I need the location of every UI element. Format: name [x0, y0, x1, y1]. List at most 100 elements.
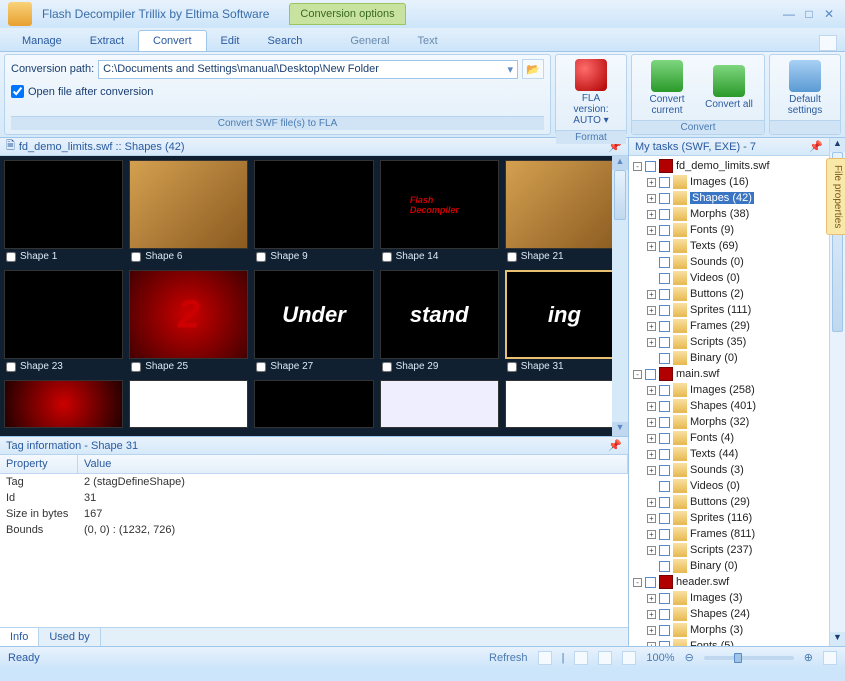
expand-toggle[interactable]: + — [647, 210, 656, 219]
thumbnail-item[interactable]: 2 Shape 25 — [129, 270, 248, 374]
file-properties-tab[interactable]: File properties — [826, 158, 845, 235]
thumbnail-item[interactable] — [380, 380, 499, 428]
thumbnail-item[interactable]: Under Shape 27 — [254, 270, 373, 374]
expand-toggle[interactable] — [647, 482, 656, 491]
tree-node[interactable]: +Shapes (401) — [631, 398, 827, 414]
expand-toggle[interactable]: - — [633, 162, 642, 171]
tree-node[interactable]: +Images (258) — [631, 382, 827, 398]
tree-checkbox[interactable] — [659, 353, 670, 364]
expand-toggle[interactable]: + — [647, 498, 656, 507]
tree-node[interactable]: Binary (0) — [631, 350, 827, 366]
tab-extract[interactable]: Extract — [76, 31, 138, 51]
tree-node[interactable]: +Images (16) — [631, 174, 827, 190]
expand-toggle[interactable]: + — [647, 610, 656, 619]
zoom-knob[interactable] — [734, 653, 742, 663]
expand-toggle[interactable]: + — [647, 386, 656, 395]
tree-checkbox[interactable] — [659, 481, 670, 492]
zoom-out-button[interactable]: ⊖ — [685, 651, 694, 664]
tree-checkbox[interactable] — [659, 593, 670, 604]
expand-toggle[interactable]: + — [647, 226, 656, 235]
thumbnail-checkbox[interactable] — [131, 252, 141, 262]
tree-checkbox[interactable] — [659, 609, 670, 620]
convert-swf-link[interactable]: Convert SWF file(s) to FLA — [11, 116, 544, 130]
camera-icon[interactable] — [538, 651, 552, 665]
expand-toggle[interactable]: + — [647, 626, 656, 635]
conversion-path-input[interactable]: C:\Documents and Settings\manual\Desktop… — [98, 60, 518, 79]
tab-text[interactable]: Text — [404, 31, 452, 51]
expand-toggle[interactable]: + — [647, 546, 656, 555]
tree-node[interactable]: +Fonts (5) — [631, 638, 827, 646]
tree-node[interactable]: +Frames (29) — [631, 318, 827, 334]
resize-grip-icon[interactable] — [823, 651, 837, 665]
tree-checkbox[interactable] — [659, 625, 670, 636]
tree-node[interactable]: Sounds (0) — [631, 254, 827, 270]
thumbnail-checkbox[interactable] — [382, 362, 392, 372]
scroll-up-arrow[interactable]: ▲ — [830, 138, 845, 152]
tree-checkbox[interactable] — [659, 241, 670, 252]
tree-checkbox[interactable] — [659, 337, 670, 348]
thumbnail-item[interactable]: Shape 1 — [4, 160, 123, 264]
fla-version-button[interactable]: FLA version: AUTO ▾ — [564, 59, 618, 126]
expand-toggle[interactable]: - — [633, 370, 642, 379]
thumbnail-item[interactable]: stand Shape 29 — [380, 270, 499, 374]
expand-toggle[interactable]: + — [647, 642, 656, 647]
hand-icon[interactable] — [598, 651, 612, 665]
tree-node[interactable]: Binary (0) — [631, 558, 827, 574]
tree-node[interactable]: +Images (3) — [631, 590, 827, 606]
thumbnail-checkbox[interactable] — [507, 362, 517, 372]
expand-toggle[interactable]: + — [647, 402, 656, 411]
scroll-down-arrow[interactable]: ▼ — [830, 632, 845, 646]
browse-folder-button[interactable]: 📂 — [522, 59, 544, 79]
tree-checkbox[interactable] — [645, 369, 656, 380]
tree-checkbox[interactable] — [659, 193, 670, 204]
tree-checkbox[interactable] — [659, 449, 670, 460]
expand-toggle[interactable]: + — [647, 466, 656, 475]
thumbnail-checkbox[interactable] — [256, 362, 266, 372]
refresh-button[interactable]: Refresh — [489, 652, 528, 664]
view-grid-icon[interactable] — [574, 651, 588, 665]
expand-toggle[interactable]: + — [647, 514, 656, 523]
tree-node[interactable]: +Shapes (42) — [631, 190, 827, 206]
expand-toggle[interactable]: + — [647, 434, 656, 443]
scroll-thumb[interactable] — [614, 170, 626, 220]
tree-node[interactable]: +Morphs (3) — [631, 622, 827, 638]
thumbnail-item[interactable] — [505, 380, 624, 428]
open-after-checkbox[interactable] — [11, 85, 24, 98]
ribbon-toggle-icon[interactable] — [819, 35, 837, 51]
tree-node[interactable]: +Texts (44) — [631, 446, 827, 462]
tree-node[interactable]: +Scripts (35) — [631, 334, 827, 350]
tree-node[interactable]: +Scripts (237) — [631, 542, 827, 558]
thumbnail-item[interactable]: Flash Decompiler Shape 14 — [380, 160, 499, 264]
col-value[interactable]: Value — [78, 455, 628, 473]
thumbnail-item[interactable]: Shape 6 — [129, 160, 248, 264]
select-icon[interactable] — [622, 651, 636, 665]
tree-checkbox[interactable] — [659, 513, 670, 524]
thumbnail-checkbox[interactable] — [6, 362, 16, 372]
tree-checkbox[interactable] — [659, 289, 670, 300]
thumbnail-item[interactable] — [4, 380, 123, 428]
tree-node[interactable]: +Sprites (111) — [631, 302, 827, 318]
col-property[interactable]: Property — [0, 455, 78, 473]
thumbnail-item[interactable]: Shape 23 — [4, 270, 123, 374]
thumbnail-item[interactable] — [129, 380, 248, 428]
tree-checkbox[interactable] — [659, 177, 670, 188]
tree-node[interactable]: +Morphs (32) — [631, 414, 827, 430]
expand-toggle[interactable]: + — [647, 322, 656, 331]
tree-checkbox[interactable] — [659, 273, 670, 284]
tree-checkbox[interactable] — [659, 401, 670, 412]
expand-toggle[interactable]: + — [647, 594, 656, 603]
thumbnail-item[interactable]: Shape 21 — [505, 160, 624, 264]
tree-node[interactable]: +Texts (69) — [631, 238, 827, 254]
zoom-slider[interactable] — [704, 656, 794, 660]
expand-toggle[interactable]: + — [647, 338, 656, 347]
tree-checkbox[interactable] — [659, 417, 670, 428]
tree-checkbox[interactable] — [659, 641, 670, 647]
tab-convert[interactable]: Convert — [138, 30, 207, 51]
thumbnail-checkbox[interactable] — [256, 252, 266, 262]
expand-toggle[interactable]: + — [647, 194, 656, 203]
tree-node[interactable]: Videos (0) — [631, 270, 827, 286]
tree-checkbox[interactable] — [659, 257, 670, 268]
tree-node[interactable]: +Buttons (29) — [631, 494, 827, 510]
expand-toggle[interactable] — [647, 354, 656, 363]
tree-checkbox[interactable] — [659, 529, 670, 540]
